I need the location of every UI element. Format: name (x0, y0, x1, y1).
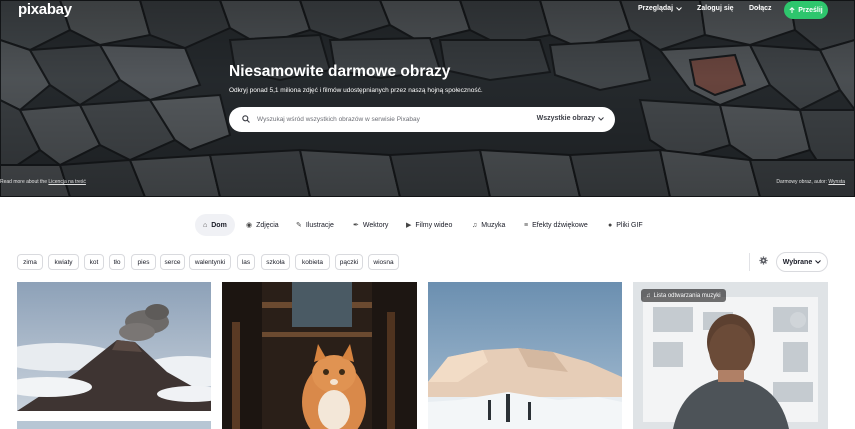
search-input[interactable]: Wyszukaj wśród wszystkich obrazów w serw… (257, 116, 420, 123)
join-link[interactable]: Dołącz (749, 5, 772, 12)
tab-gifs[interactable]: ● Pliki GIF (608, 214, 643, 236)
tag-chip[interactable]: kot (84, 254, 104, 270)
hero-title: Niesamowite darmowe obrazy (229, 63, 451, 80)
credit-author-link[interactable]: Wynsta (828, 179, 845, 185)
gallery-image-partial[interactable] (17, 421, 211, 429)
pen-nib-icon: ✒ (353, 222, 359, 229)
chevron-down-icon (815, 260, 822, 264)
camera-icon: ◉ (246, 222, 253, 229)
gif-icon: ● (608, 221, 613, 229)
tag-chip[interactable]: szkoła (261, 254, 290, 270)
image-credit: Darmowy obraz, autor: Wynsta (776, 179, 845, 185)
tab-label: Filmy wideo (415, 221, 453, 229)
chevron-down-icon (598, 116, 604, 121)
top-navigation-bar: pixabay Przeglądaj Zaloguj się Dołącz Pr… (0, 0, 855, 22)
gallery-image-man-whiteboard[interactable]: ♫ Lista odtwarzania muzyki (633, 282, 828, 429)
volcano-photo (17, 282, 211, 411)
tag-chip[interactable]: tło (109, 254, 125, 270)
pixabay-logo[interactable]: pixabay (18, 1, 72, 18)
sort-dropdown[interactable]: Wybrane (776, 252, 828, 272)
login-link[interactable]: Zaloguj się (697, 5, 734, 12)
upload-arrow-icon (789, 6, 795, 13)
music-playlist-badge: ♫ Lista odtwarzania muzyki (641, 289, 726, 302)
home-icon: ⌂ (203, 221, 208, 229)
upload-label: Prześlij (798, 6, 823, 14)
tag-chip[interactable]: kobieta (295, 254, 330, 270)
man-whiteboard-photo (633, 282, 828, 429)
tab-label: Efekty dźwiękowe (532, 221, 588, 229)
gear-icon[interactable] (759, 256, 768, 265)
music-note-icon: ♫ (646, 292, 651, 299)
tag-chip[interactable]: serce (160, 254, 185, 270)
tag-chip[interactable]: pies (131, 254, 156, 270)
hero-subtitle: Odkryj ponad 5,1 miliona zdjęć i filmów … (229, 87, 483, 94)
search-category-dropdown[interactable]: Wszystkie obrazy (537, 115, 604, 122)
tag-chip[interactable]: las (237, 254, 255, 270)
search-category-label: Wszystkie obrazy (536, 115, 595, 122)
search-bar[interactable]: Wyszukaj wśród wszystkich obrazów w serw… (229, 107, 615, 132)
sort-label: Wybrane (782, 258, 813, 266)
music-note-icon: ♫ (472, 221, 478, 229)
license-link[interactable]: Licencja na treść (48, 179, 86, 185)
tag-chip[interactable]: zima (17, 254, 43, 270)
hero-banner (0, 0, 855, 197)
media-type-tabs: ⌂ Dom ◉ Zdjęcia ✎ Ilustracje ✒ Wektory ▶… (0, 214, 855, 236)
cat-photo (222, 282, 417, 429)
tag-chip[interactable]: kwiaty (48, 254, 79, 270)
tab-label: Ilustracje (305, 221, 334, 229)
snowy-mountain-photo (428, 282, 622, 429)
browse-menu-button[interactable]: Przeglądaj (638, 5, 682, 12)
tab-photos[interactable]: ◉ Zdjęcia (246, 214, 279, 236)
tab-videos[interactable]: ▶ Filmy wideo (406, 214, 452, 236)
tab-vectors[interactable]: ✒ Wektory (353, 214, 388, 236)
tab-label: Wektory (362, 221, 389, 229)
tab-label: Zdjęcia (256, 221, 279, 229)
upload-button[interactable]: Prześlij (784, 1, 828, 19)
license-prefix: Read more about the (0, 179, 47, 185)
waveform-icon: ≡ (524, 221, 529, 229)
tab-label: Pliki GIF (616, 221, 643, 229)
chevron-down-icon (676, 6, 682, 11)
tag-chip[interactable]: wiosna (368, 254, 399, 270)
tag-chip[interactable]: walentynki (189, 254, 231, 270)
tab-label: Muzyka (481, 221, 506, 229)
browse-label: Przeglądaj (638, 5, 674, 12)
tab-label: Dom (211, 221, 227, 229)
tab-sound-effects[interactable]: ≡ Efekty dźwiękowe (524, 214, 588, 236)
search-icon (242, 115, 250, 123)
gallery-image-mountain[interactable] (428, 282, 622, 429)
toolbar-divider (749, 253, 750, 271)
tag-chip[interactable]: pączki (335, 254, 363, 270)
gallery-image-cat[interactable] (222, 282, 417, 429)
tab-illustrations[interactable]: ✎ Ilustracje (296, 214, 334, 236)
tab-home[interactable]: ⌂ Dom (195, 214, 235, 236)
gallery-image-volcano[interactable] (17, 282, 211, 411)
video-icon: ▶ (406, 222, 412, 229)
credit-prefix: Darmowy obraz, autor: (776, 179, 827, 185)
brush-icon: ✎ (296, 222, 302, 229)
tab-music[interactable]: ♫ Muzyka (472, 214, 505, 236)
music-playlist-label: Lista odtwarzania muzyki (653, 292, 721, 299)
license-note: Read more about the Licencja na treść (0, 179, 86, 185)
